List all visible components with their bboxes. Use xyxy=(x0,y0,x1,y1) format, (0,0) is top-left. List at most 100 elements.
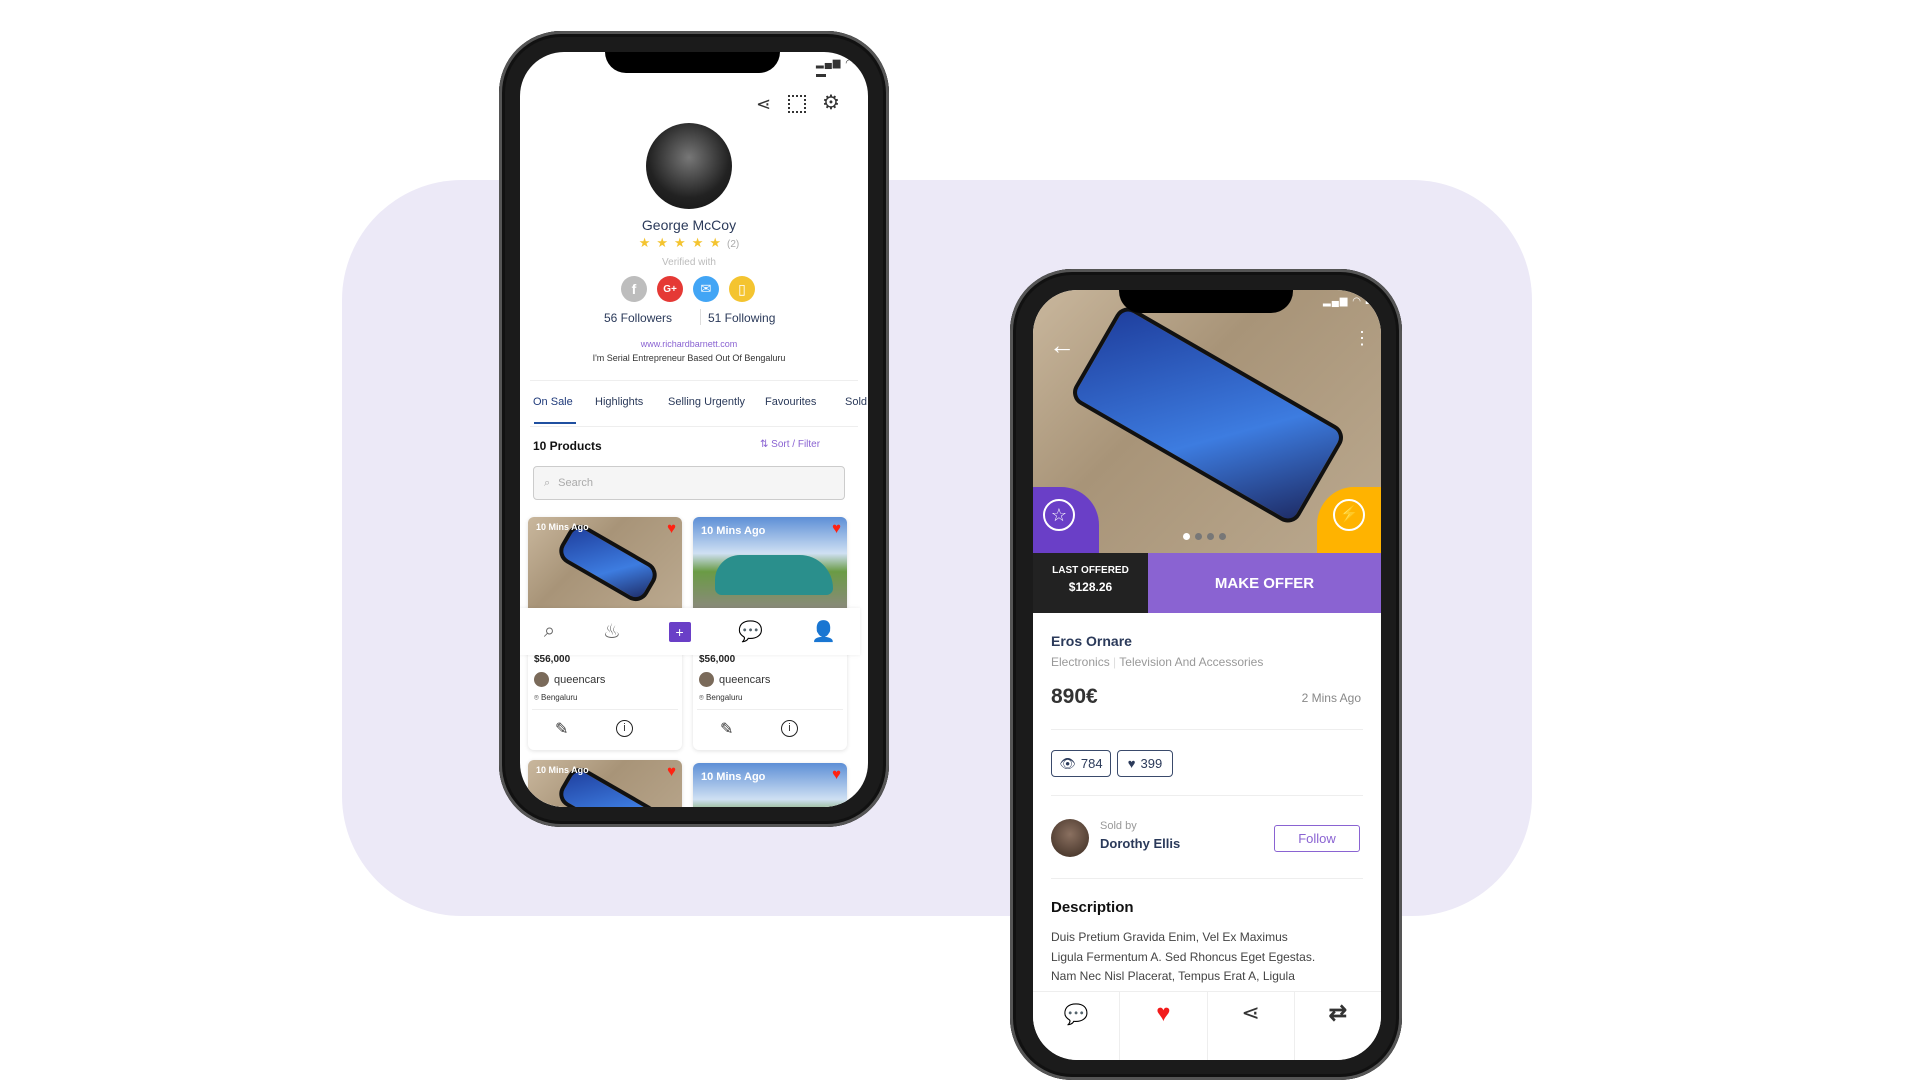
divider xyxy=(700,309,701,325)
divider xyxy=(697,709,843,710)
seller-name: queencars xyxy=(719,673,771,686)
email-icon: ✉ xyxy=(693,276,719,302)
website-link[interactable]: www.richardbarnett.com xyxy=(520,339,858,349)
time-label: 10 Mins Ago xyxy=(536,522,589,532)
heart-icon[interactable]: ♥ xyxy=(667,520,676,537)
edit-pencil-icon[interactable]: ✎ xyxy=(555,719,568,739)
google-plus-icon: G+ xyxy=(657,276,683,302)
seller: queencars xyxy=(699,672,770,687)
divider xyxy=(1051,729,1363,730)
heart-icon[interactable]: ♥ xyxy=(1120,992,1208,1060)
facebook-icon: f xyxy=(621,276,647,302)
tab-sold[interactable]: Sold xyxy=(845,396,867,408)
description-line: Ligula Fermentum A. Sed Rhoncus Eget Ege… xyxy=(1051,949,1316,964)
heart-icon: ♥ xyxy=(1127,756,1136,771)
info-icon[interactable]: i xyxy=(616,720,633,737)
pager-dot[interactable] xyxy=(1219,533,1226,540)
divider xyxy=(1051,795,1363,796)
category-breadcrumb: Electronics | Television And Accessories xyxy=(1051,655,1264,669)
verified-label: Verified with xyxy=(662,257,716,268)
location-pin-icon: ⌾ xyxy=(699,693,707,702)
likes-count: 399 xyxy=(1140,756,1163,771)
product-card[interactable]: 10 Mins Ago ♥ xyxy=(693,763,847,807)
product-price: $56,000 xyxy=(534,654,571,665)
description-line: Duis Pretium Gravida Enim, Vel Ex Maximu… xyxy=(1051,930,1288,944)
following-count[interactable]: 51 Following xyxy=(708,311,775,325)
profile-screen: ▂▄▆ ◠ ▬ ⋖ ⚙ George McCoy ★★★★★(2) Verifi… xyxy=(520,52,868,807)
location: ⌾ Bengaluru xyxy=(534,693,578,703)
search-placeholder: Search xyxy=(558,477,594,489)
add-button[interactable]: + xyxy=(668,621,691,642)
flame-icon[interactable]: ♨ xyxy=(603,619,621,644)
chat-icon[interactable]: 💬 xyxy=(1033,992,1121,1060)
share-icon[interactable]: ⋖ xyxy=(1208,992,1295,1060)
search-icon: ⌕ xyxy=(544,476,551,489)
divider xyxy=(1051,878,1363,879)
category[interactable]: Electronics xyxy=(1051,655,1110,669)
chat-icon[interactable]: 💬 xyxy=(738,619,763,644)
likes-badge: ♥ 399 xyxy=(1117,750,1173,777)
pager-dot[interactable] xyxy=(1207,533,1214,540)
rating-stars: ★★★★★(2) xyxy=(638,235,740,250)
bottom-action-bar: 💬 ♥ ⋖ ⇄ xyxy=(1033,991,1381,1060)
phone-icon: ▯ xyxy=(729,276,755,302)
location-label: Bengaluru xyxy=(541,693,578,702)
make-offer-button[interactable]: MAKE OFFER xyxy=(1148,553,1381,613)
divider xyxy=(532,709,678,710)
seller-name[interactable]: Dorothy Ellis xyxy=(1100,836,1180,851)
heart-icon[interactable]: ♥ xyxy=(832,520,841,537)
info-icon[interactable]: i xyxy=(781,720,798,737)
time-label: 10 Mins Ago xyxy=(701,525,766,537)
product-card[interactable]: 10 Mins Ago ♥ xyxy=(528,760,682,807)
sort-filter-button[interactable]: ⇅ Sort / Filter xyxy=(760,439,820,450)
status-bar-icons: ▂▄▆ ◠ ▬ xyxy=(1323,296,1377,307)
tab-selling-urgently[interactable]: Selling Urgently xyxy=(668,396,745,408)
description-line: Nam Nec Nisl Placerat, Tempus Erat A, Li… xyxy=(1051,969,1295,983)
swap-icon[interactable]: ⇄ xyxy=(1295,992,1381,1060)
edit-pencil-icon[interactable]: ✎ xyxy=(720,719,733,739)
tab-highlights[interactable]: Highlights xyxy=(595,396,643,408)
heart-icon[interactable]: ♥ xyxy=(667,763,676,780)
seller-avatar xyxy=(534,672,549,687)
divider xyxy=(530,380,858,381)
sold-by-label: Sold by xyxy=(1100,820,1137,832)
profile-icon[interactable]: 👤 xyxy=(811,619,836,644)
products-count: 10 Products xyxy=(533,439,602,453)
subcategory[interactable]: Television And Accessories xyxy=(1119,655,1263,669)
search-icon[interactable]: ⌕ xyxy=(544,620,555,643)
gear-icon[interactable]: ⚙ xyxy=(822,90,840,115)
back-arrow-icon[interactable]: ← xyxy=(1049,330,1075,361)
lightning-icon: ⚡ xyxy=(1333,499,1365,531)
product-image xyxy=(693,763,847,807)
seller-name: queencars xyxy=(554,673,606,686)
pager-dot[interactable] xyxy=(1195,533,1202,540)
views-badge: 👁 784 xyxy=(1051,750,1111,777)
qr-code-icon[interactable] xyxy=(788,95,806,113)
seller: queencars xyxy=(534,672,605,687)
time-label: 10 Mins Ago xyxy=(536,765,589,775)
followers-count[interactable]: 56 Followers xyxy=(604,311,672,325)
tab-favourites[interactable]: Favourites xyxy=(765,396,816,408)
product-price: $56,000 xyxy=(699,654,736,665)
divider xyxy=(530,426,858,427)
image-pager[interactable] xyxy=(1183,533,1226,540)
more-menu-icon[interactable]: ⋮ xyxy=(1353,329,1371,347)
pager-dot[interactable] xyxy=(1183,533,1190,540)
sort-filter-label: Sort / Filter xyxy=(771,439,821,450)
seller-avatar[interactable] xyxy=(1051,819,1089,857)
follow-button[interactable]: Follow xyxy=(1274,825,1360,852)
active-tab-underline xyxy=(534,422,576,424)
description-title: Description xyxy=(1051,899,1134,916)
seller-avatar xyxy=(699,672,714,687)
search-input[interactable]: ⌕ Search xyxy=(533,466,845,500)
tab-on-sale[interactable]: On Sale xyxy=(533,396,573,408)
star-icon: ☆ xyxy=(1043,499,1075,531)
filter-icon: ⇅ xyxy=(760,439,772,450)
share-icon[interactable]: ⋖ xyxy=(756,94,771,115)
heart-icon[interactable]: ♥ xyxy=(832,766,841,783)
last-offered-value: $128.26 xyxy=(1068,580,1113,594)
avatar xyxy=(646,123,732,209)
views-count: 784 xyxy=(1080,756,1103,771)
notch xyxy=(605,52,780,73)
last-offered-label: LAST OFFERED xyxy=(1052,565,1129,576)
